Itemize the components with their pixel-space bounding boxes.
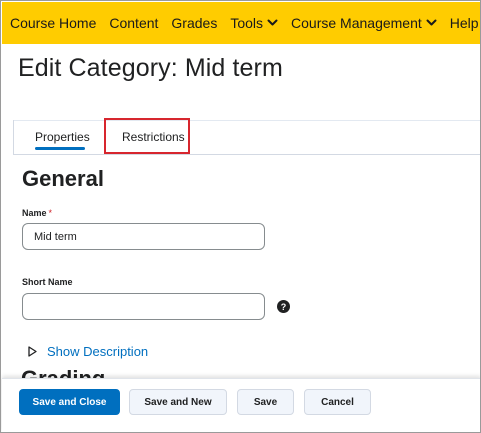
tab-properties[interactable]: Properties bbox=[35, 130, 90, 144]
show-description-label: Show Description bbox=[47, 344, 149, 359]
edit-category-page: Course Home Content Grades Tools Course … bbox=[0, 0, 481, 433]
name-input[interactable]: Mid term bbox=[22, 223, 265, 250]
cancel-button[interactable]: Cancel bbox=[304, 389, 371, 415]
save-and-new-button[interactable]: Save and New bbox=[129, 389, 227, 415]
show-description-toggle[interactable]: Show Description bbox=[26, 344, 148, 359]
nav-label: Tools bbox=[230, 15, 264, 31]
nav-label: Help bbox=[449, 15, 479, 31]
nav-label: Content bbox=[109, 15, 159, 31]
save-and-close-button[interactable]: Save and Close bbox=[19, 389, 120, 415]
page-title: Edit Category: Mid term bbox=[18, 54, 283, 82]
tab-panel-border-left bbox=[13, 120, 14, 155]
nav-help[interactable]: Help bbox=[449, 15, 480, 31]
question-circle-icon[interactable]: ? bbox=[277, 300, 290, 313]
nav-label: Course Home bbox=[10, 15, 97, 31]
name-label-text: Name bbox=[22, 208, 47, 218]
nav-tools[interactable]: Tools bbox=[230, 15, 278, 31]
caret-right-icon bbox=[28, 346, 37, 357]
course-navbar: Course Home Content Grades Tools Course … bbox=[2, 2, 480, 44]
save-button[interactable]: Save bbox=[237, 389, 294, 415]
tab-selected-indicator bbox=[35, 147, 85, 150]
nav-grades[interactable]: Grades bbox=[171, 15, 217, 31]
nav-label: Grades bbox=[171, 15, 218, 31]
short-name-input[interactable] bbox=[22, 293, 265, 320]
tab-panel-border-top bbox=[13, 120, 480, 121]
required-marker: * bbox=[48, 208, 53, 218]
chevron-down-icon bbox=[267, 19, 278, 26]
section-title-general: General bbox=[22, 166, 104, 191]
nav-course-home[interactable]: Course Home bbox=[10, 15, 96, 31]
restrictions-highlight-box bbox=[104, 118, 190, 154]
name-label: Name * bbox=[22, 208, 52, 218]
nav-course-management[interactable]: Course Management bbox=[291, 15, 437, 31]
nav-content[interactable]: Content bbox=[109, 15, 158, 31]
nav-label: Course Management bbox=[291, 15, 422, 31]
form-footer: Save and Close Save and New Save Cancel bbox=[2, 378, 480, 432]
chevron-down-icon bbox=[426, 19, 437, 26]
short-name-label: Short Name bbox=[22, 277, 73, 287]
tabs-divider bbox=[13, 154, 480, 155]
